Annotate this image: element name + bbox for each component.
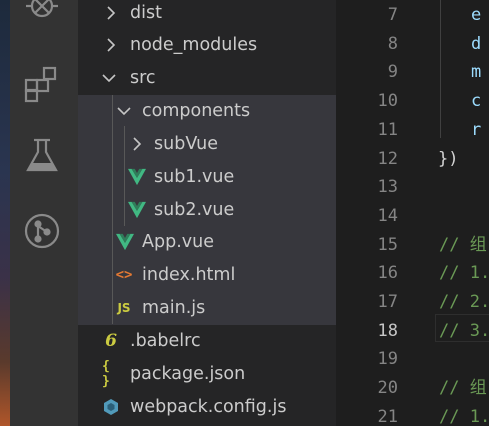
tree-item-sub2-vue[interactable]: sub2.vue: [78, 194, 336, 226]
json-file-icon: { }: [102, 359, 110, 389]
line-number: 21: [377, 406, 398, 426]
code-line: // 2.: [439, 292, 489, 312]
code-line: r: [471, 119, 482, 140]
code-line: // 1.: [439, 406, 489, 426]
code-line: }): [438, 148, 459, 169]
javascript-file-icon: JS: [117, 301, 131, 315]
tree-item-components[interactable]: components: [78, 95, 336, 127]
line-number: 9: [387, 62, 398, 83]
line-number: 18: [377, 320, 398, 341]
code-line: // 组: [439, 234, 487, 255]
tree-item-label: node_modules: [130, 35, 258, 55]
code-line: c: [471, 91, 482, 112]
tree-item-label: sub2.vue: [154, 200, 235, 220]
activity-bar: [0, 0, 78, 426]
vue-file-icon: [116, 233, 134, 251]
code-line: // 3.: [439, 320, 489, 341]
chevron-right-icon: [130, 137, 144, 151]
explorer-tree: dist node_modules src components subVue …: [78, 0, 336, 426]
line-number: 8: [387, 33, 398, 54]
source-control-icon[interactable]: [20, 209, 64, 253]
tree-item-package-json[interactable]: { } package.json: [78, 358, 336, 390]
html-file-icon: <>: [115, 267, 133, 283]
indent-guide: [440, 0, 441, 138]
tree-item-src[interactable]: src: [78, 62, 336, 94]
tree-item-label: dist: [130, 3, 162, 23]
tree-item-sub1-vue[interactable]: sub1.vue: [78, 161, 336, 193]
line-number: 10: [377, 91, 398, 112]
line-number: 12: [377, 148, 398, 169]
code-line: e: [471, 5, 482, 25]
tree-item-label: src: [130, 68, 156, 88]
tree-item-label: main.js: [142, 298, 206, 318]
tree-item-webpack-config[interactable]: webpack.config.js: [78, 391, 336, 423]
tree-item-label: sub1.vue: [154, 167, 235, 187]
code-line: m: [471, 62, 482, 83]
babel-file-icon: 6: [105, 331, 117, 351]
line-number: 20: [377, 378, 398, 399]
line-number: 17: [377, 292, 398, 312]
tree-item-label: components: [142, 101, 251, 121]
code-line: d: [471, 33, 482, 54]
tree-item-index-html[interactable]: <> index.html: [78, 259, 336, 291]
tree-item-label: App.vue: [142, 232, 214, 252]
tree-item-babelrc[interactable]: 6 .babelrc: [78, 325, 336, 357]
desktop-wallpaper-strip: [0, 0, 10, 426]
chevron-down-icon: [102, 71, 116, 85]
chevron-down-icon: [117, 104, 131, 118]
line-number: 14: [377, 205, 398, 226]
tree-item-label: index.html: [142, 265, 236, 285]
tree-item-app-vue[interactable]: App.vue: [78, 226, 336, 258]
chevron-right-icon: [104, 38, 118, 52]
code-line: // 组: [439, 378, 487, 399]
debug-icon[interactable]: [20, 0, 64, 26]
extensions-icon[interactable]: [20, 60, 64, 104]
code-line: // 1.: [439, 263, 489, 284]
tree-item-label: subVue: [154, 134, 218, 154]
vue-file-icon: [128, 168, 146, 186]
tree-item-dist[interactable]: dist: [78, 0, 336, 29]
line-number: 15: [377, 234, 398, 255]
code-editor[interactable]: 7 8 9 10 11 12 13 14 15 16 17 18 19 20 21 e d m c r}) // 组 /…: [336, 0, 489, 426]
tree-item-node-modules[interactable]: node_modules: [78, 29, 336, 61]
tree-item-label: webpack.config.js: [130, 397, 287, 417]
line-number: 16: [377, 263, 398, 284]
line-number: 11: [377, 119, 398, 140]
tree-item-label: package.json: [130, 364, 246, 384]
tree-item-label: .babelrc: [130, 331, 201, 351]
webpack-file-icon: [102, 398, 120, 416]
line-number: 19: [377, 349, 398, 370]
tree-item-subvue[interactable]: subVue: [78, 128, 336, 160]
chevron-right-icon: [104, 6, 118, 20]
vue-file-icon: [128, 201, 146, 219]
line-number: 13: [377, 177, 398, 198]
line-number: 7: [387, 5, 398, 25]
tree-item-main-js[interactable]: JS main.js: [78, 292, 336, 324]
testing-icon[interactable]: [20, 134, 64, 178]
